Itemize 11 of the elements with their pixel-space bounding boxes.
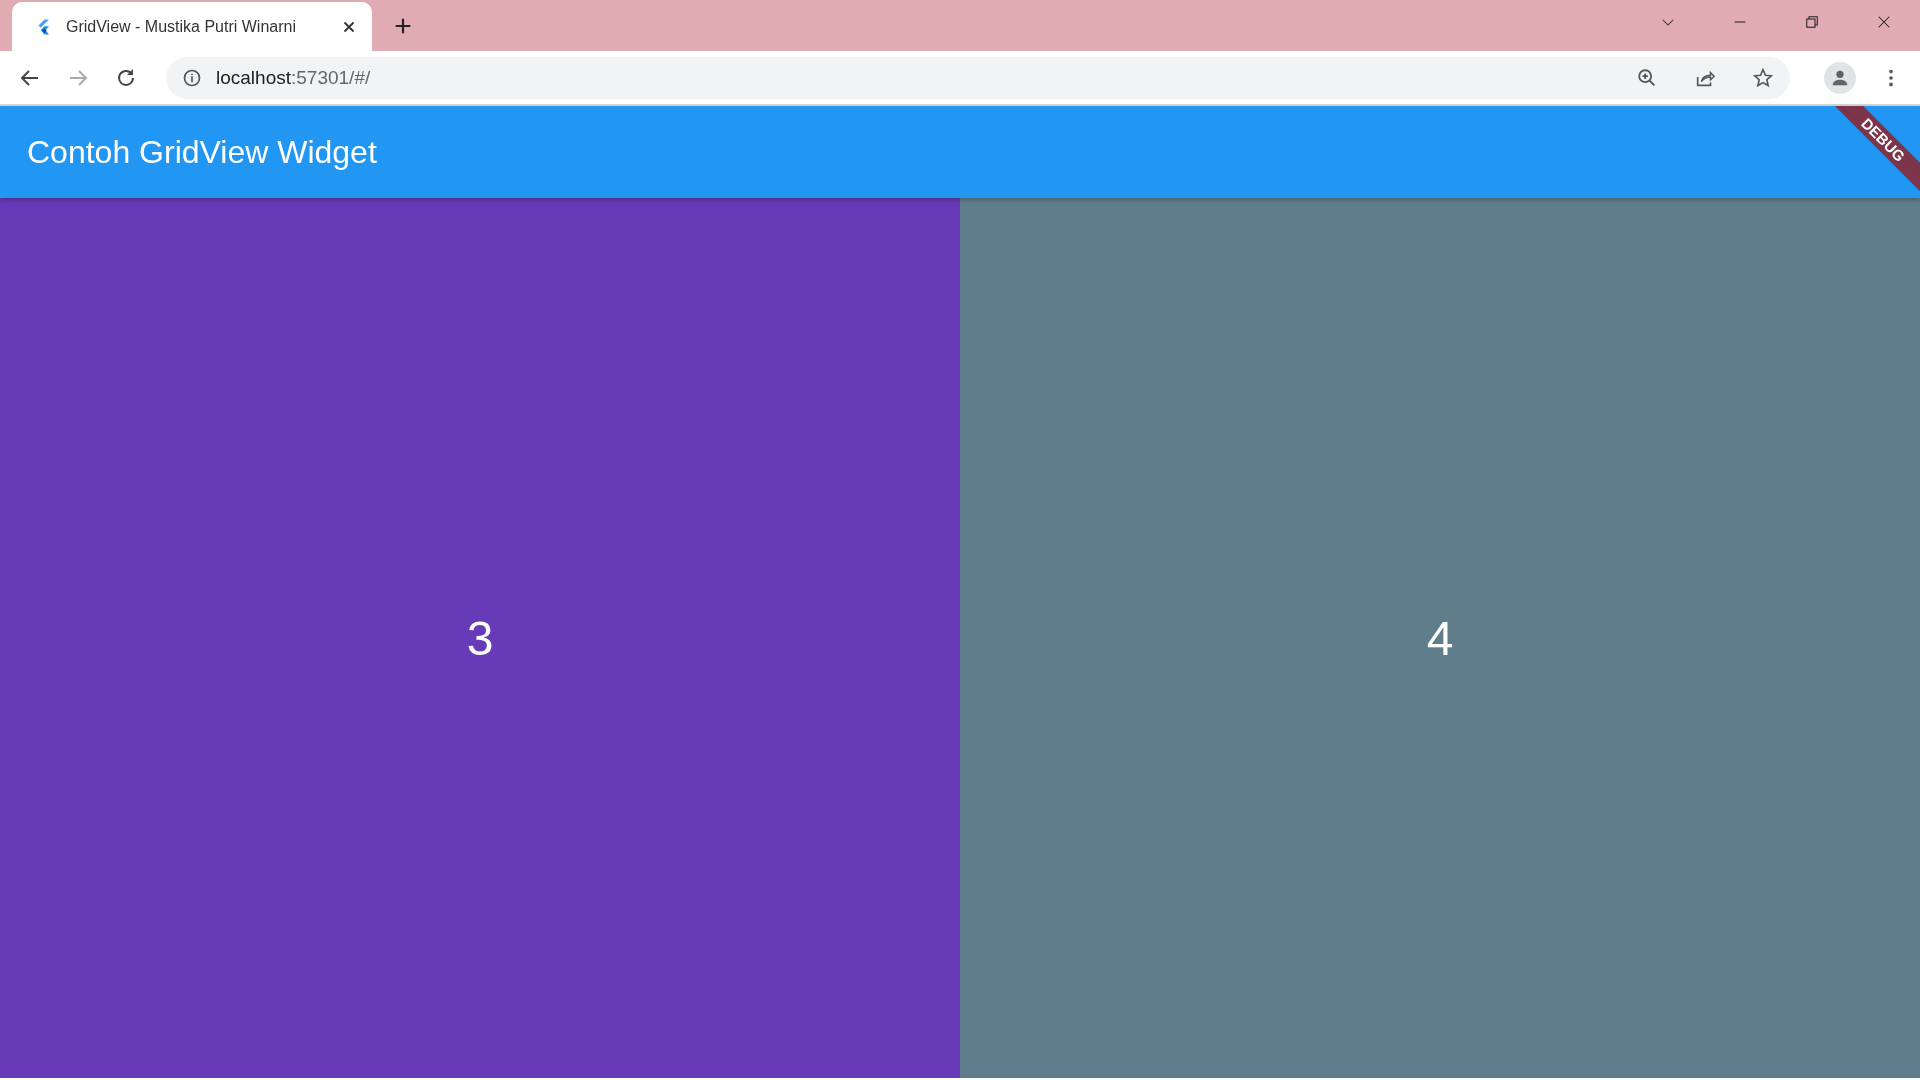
profile-avatar[interactable]: [1824, 61, 1856, 94]
tile-number: 4: [1426, 610, 1454, 666]
browser-tab[interactable]: GridView - Mustika Putri Winarni: [12, 2, 372, 51]
star-icon[interactable]: [1752, 66, 1774, 89]
info-icon[interactable]: [182, 67, 202, 88]
address-bar[interactable]: localhost:57301/#/: [166, 56, 1790, 99]
app-bar-title: Contoh GridView Widget: [27, 133, 377, 171]
url-text: localhost:57301/#/: [216, 66, 371, 89]
zoom-in-icon[interactable]: [1636, 66, 1658, 89]
restore-icon[interactable]: [1803, 13, 1821, 31]
tile-number: 3: [466, 610, 494, 666]
